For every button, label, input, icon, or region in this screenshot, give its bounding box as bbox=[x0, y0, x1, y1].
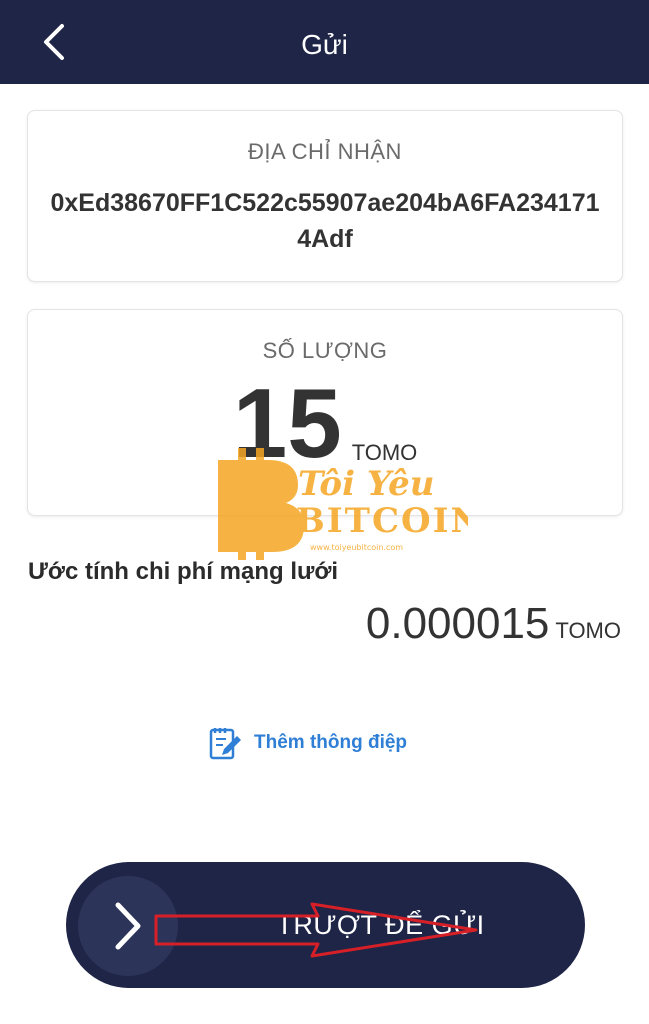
add-message-button[interactable]: Thêm thông điệp bbox=[208, 724, 407, 762]
fee-unit: TOMO bbox=[555, 618, 621, 643]
amount-label: SỐ LƯỢNG bbox=[262, 338, 388, 363]
amount-row: 15 TOMO bbox=[28, 374, 622, 472]
app-header: Gửi bbox=[0, 0, 649, 84]
slider-knob[interactable] bbox=[78, 876, 178, 976]
fee-label: Ước tính chi phí mạng lưới bbox=[28, 558, 339, 585]
fee-value: 0.000015 bbox=[365, 599, 550, 648]
recipient-label: ĐỊA CHỈ NHẬN bbox=[248, 139, 402, 164]
slide-label: TRƯỢT ĐỂ GỬI bbox=[276, 910, 485, 940]
svg-text:www.toiyeubitcoin.com: www.toiyeubitcoin.com bbox=[310, 543, 403, 552]
amount-unit: TOMO bbox=[351, 440, 418, 465]
edit-note-icon bbox=[209, 728, 241, 760]
page-title: Gửi bbox=[301, 29, 348, 60]
fee-row: 0.000015 TOMO bbox=[366, 602, 621, 646]
chevron-right-icon bbox=[115, 902, 141, 950]
add-message-label: Thêm thông điệp bbox=[254, 732, 408, 753]
amount-value: 15 bbox=[232, 368, 342, 478]
slide-to-send[interactable]: TRƯỢT ĐỂ GỬI bbox=[66, 862, 585, 988]
recipient-card: ĐỊA CHỈ NHẬN 0xEd38670FF1C522c55907ae204… bbox=[27, 110, 623, 282]
recipient-address: 0xEd38670FF1C522c55907ae204bA6FA2341714A… bbox=[50, 189, 600, 253]
amount-card: SỐ LƯỢNG 15 TOMO bbox=[27, 309, 623, 516]
